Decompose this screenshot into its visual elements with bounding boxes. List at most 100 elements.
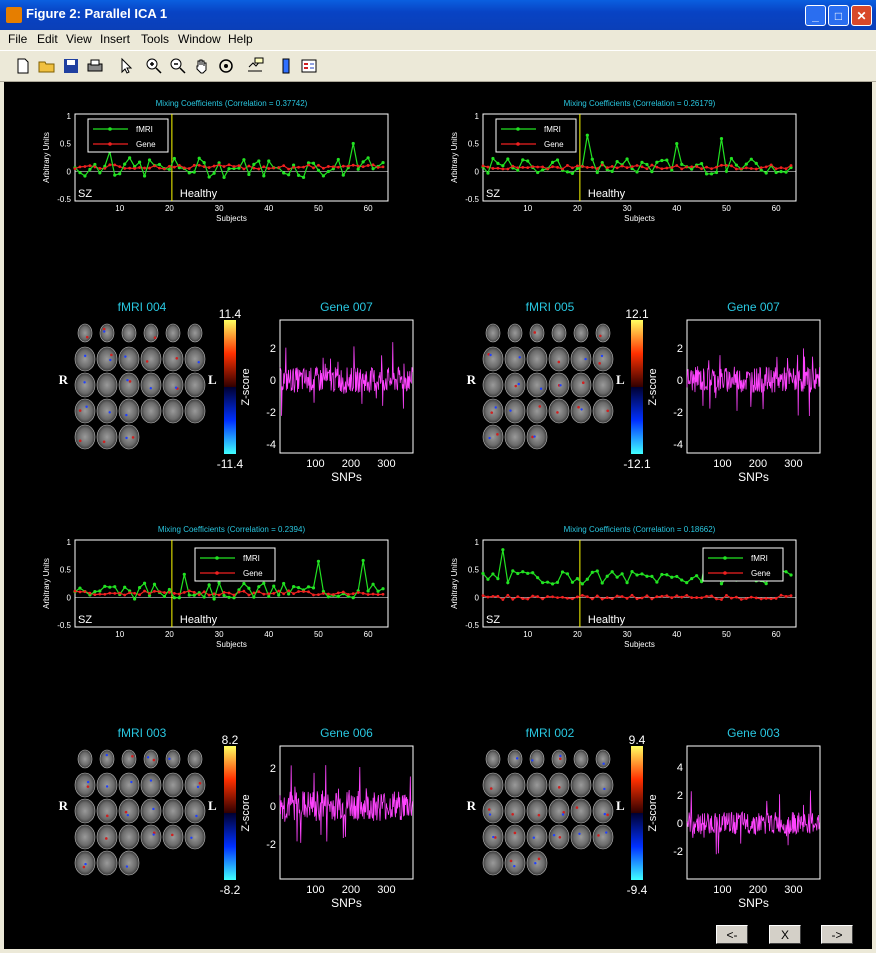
fmri-point bbox=[172, 156, 176, 161]
activation-blob bbox=[581, 381, 585, 384]
activation-blob bbox=[537, 813, 541, 817]
orientation-left-label: L bbox=[208, 798, 217, 813]
brain-slice bbox=[548, 346, 570, 372]
activation-blob bbox=[488, 436, 491, 440]
gene-point bbox=[257, 590, 261, 594]
activation-blob bbox=[492, 835, 495, 839]
fmri-point bbox=[222, 175, 226, 179]
gene-point bbox=[595, 167, 599, 170]
gene-point bbox=[720, 163, 723, 167]
menu-edit[interactable]: Edit bbox=[37, 32, 58, 46]
fmri-point bbox=[685, 581, 689, 585]
gene-point bbox=[739, 167, 743, 171]
gene-point bbox=[287, 589, 291, 593]
activation-blob bbox=[598, 362, 601, 365]
mixing-ytick-label: 0 bbox=[67, 593, 72, 602]
save-icon[interactable] bbox=[62, 57, 80, 75]
mixing-xtick-label: 30 bbox=[215, 204, 224, 213]
orientation-left-label: L bbox=[616, 798, 625, 813]
rotate-icon[interactable] bbox=[217, 57, 235, 75]
fmri-point bbox=[580, 582, 584, 586]
fmri-point bbox=[615, 575, 619, 579]
menu-tools[interactable]: Tools bbox=[141, 32, 169, 46]
gene-point bbox=[720, 598, 723, 601]
gene-point bbox=[158, 166, 161, 170]
gene-point bbox=[346, 593, 350, 596]
gene-point bbox=[317, 593, 320, 597]
gene-point bbox=[172, 165, 176, 169]
next-button[interactable]: -> bbox=[821, 925, 853, 944]
fmri-point bbox=[371, 582, 375, 586]
brain-slice bbox=[482, 798, 504, 824]
menu-file[interactable]: File bbox=[8, 32, 27, 46]
brain-slice bbox=[118, 372, 140, 398]
gene-point bbox=[336, 591, 340, 595]
zoom-out-icon[interactable] bbox=[169, 57, 187, 75]
close-button[interactable]: ✕ bbox=[851, 5, 872, 26]
gene-point bbox=[615, 166, 619, 170]
open-folder-icon[interactable] bbox=[38, 57, 56, 75]
colorbar-max-label: 12.1 bbox=[625, 307, 649, 321]
mixing-ytick-label: 1 bbox=[67, 112, 72, 121]
gene-point bbox=[516, 166, 520, 170]
fmri-point bbox=[336, 594, 340, 599]
gene-point bbox=[660, 167, 664, 171]
menu-insert[interactable]: Insert bbox=[100, 32, 130, 46]
fmri-title: fMRI 005 bbox=[526, 300, 575, 314]
brain-slice bbox=[551, 323, 567, 343]
menu-help[interactable]: Help bbox=[228, 32, 253, 46]
print-icon[interactable] bbox=[86, 57, 104, 75]
colorbar bbox=[631, 746, 643, 880]
gene-point bbox=[486, 165, 490, 169]
gene-point bbox=[516, 595, 520, 599]
gene-point bbox=[605, 166, 609, 170]
brain-slice bbox=[74, 824, 96, 850]
fmri-point bbox=[167, 587, 171, 592]
gene-point bbox=[381, 592, 385, 596]
pointer-icon[interactable] bbox=[117, 57, 135, 75]
brain-slice bbox=[143, 749, 159, 769]
prev-button[interactable]: <- bbox=[716, 925, 748, 944]
gene-point bbox=[575, 164, 579, 168]
gene-point bbox=[561, 595, 564, 599]
brain-slice bbox=[526, 824, 548, 850]
fmri-point bbox=[187, 171, 191, 175]
fmri-point bbox=[511, 569, 515, 573]
pan-hand-icon[interactable] bbox=[193, 57, 211, 75]
colorbar-label: Z-score bbox=[240, 794, 252, 831]
gene-point bbox=[685, 165, 689, 169]
legend-icon[interactable] bbox=[300, 57, 318, 75]
fmri-point bbox=[640, 160, 644, 164]
fmri-point bbox=[610, 570, 614, 574]
fmri-point bbox=[496, 577, 500, 581]
fmri-point bbox=[521, 570, 525, 574]
gene-point bbox=[784, 595, 788, 598]
activation-blob bbox=[174, 386, 178, 389]
legend-fmri-label: fMRI bbox=[544, 125, 561, 134]
fmri-point bbox=[217, 581, 221, 585]
fmri-point bbox=[635, 573, 639, 577]
menu-window[interactable]: Window bbox=[178, 32, 221, 46]
data-cursor-icon[interactable] bbox=[246, 57, 264, 75]
activation-blob bbox=[108, 411, 111, 414]
close-figure-button[interactable]: X bbox=[769, 925, 801, 944]
brain-slice bbox=[74, 372, 96, 398]
gene-point bbox=[277, 166, 281, 169]
maximize-button[interactable]: □ bbox=[828, 5, 849, 26]
legend-gene-label: Gene bbox=[136, 140, 156, 149]
new-file-icon[interactable] bbox=[14, 57, 32, 75]
zoom-in-icon[interactable] bbox=[145, 57, 163, 75]
fmri-point bbox=[147, 158, 152, 162]
gene-point bbox=[381, 165, 385, 169]
menu-view[interactable]: View bbox=[66, 32, 92, 46]
gene-point bbox=[789, 164, 793, 167]
gene-point bbox=[197, 593, 201, 597]
brain-slice bbox=[162, 798, 184, 824]
minimize-button[interactable]: _ bbox=[805, 5, 826, 26]
gene-point bbox=[610, 164, 614, 168]
colorbar-icon[interactable] bbox=[277, 57, 295, 75]
mixing-ytick-label: 0.5 bbox=[60, 140, 72, 149]
brain-slice bbox=[526, 772, 548, 798]
brain-slice bbox=[74, 424, 96, 450]
gene-point bbox=[93, 165, 97, 169]
